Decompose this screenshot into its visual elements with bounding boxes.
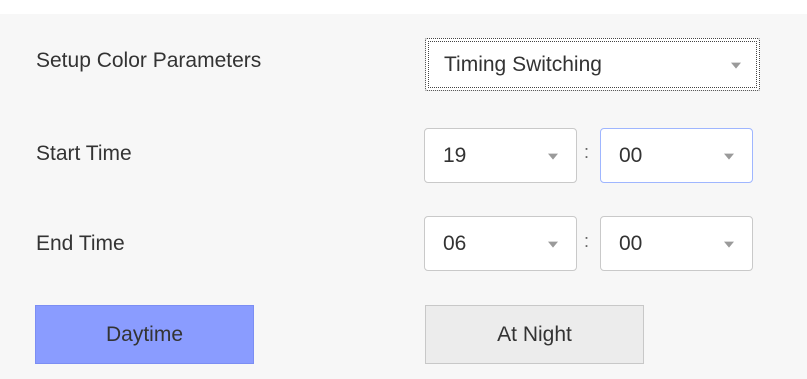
top-strip: [0, 0, 807, 14]
end-time-separator: :: [584, 231, 590, 251]
end-hour-select[interactable]: 06: [424, 216, 577, 271]
start-time-label: Start Time: [36, 142, 132, 165]
chevron-down-icon: [731, 62, 741, 69]
start-minute-value: 00: [619, 143, 643, 167]
end-minute-select[interactable]: 00: [600, 216, 753, 271]
at-night-button[interactable]: At Night: [425, 305, 644, 364]
color-parameters-panel: Setup Color Parameters Timing Switching …: [0, 0, 807, 379]
start-hour-value: 19: [443, 143, 467, 167]
chevron-down-icon: [548, 153, 558, 160]
chevron-down-icon: [548, 241, 558, 248]
daytime-button[interactable]: Daytime: [35, 305, 254, 364]
chevron-down-icon: [724, 153, 734, 160]
end-minute-value: 00: [619, 231, 643, 255]
start-time-separator: :: [584, 142, 590, 162]
end-hour-value: 06: [443, 231, 467, 255]
end-time-label: End Time: [36, 232, 125, 255]
color-parameters-value: Timing Switching: [444, 52, 602, 76]
chevron-down-icon: [724, 241, 734, 248]
color-parameters-label: Setup Color Parameters: [36, 49, 262, 72]
color-parameters-select[interactable]: Timing Switching: [425, 38, 760, 91]
start-hour-select[interactable]: 19: [424, 128, 577, 183]
start-minute-select[interactable]: 00: [600, 128, 753, 183]
